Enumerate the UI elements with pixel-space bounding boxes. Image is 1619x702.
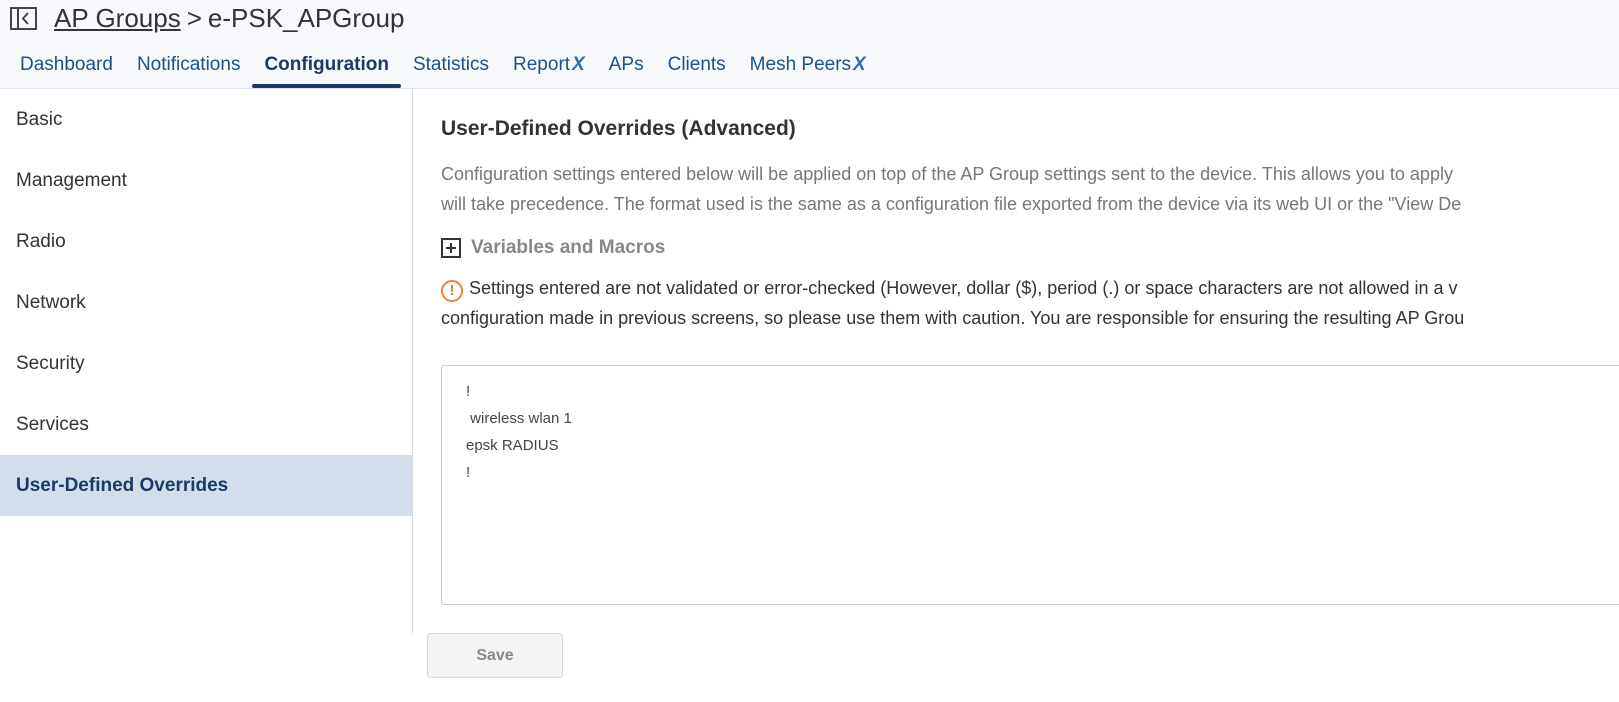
breadcrumb-ap-groups-link[interactable]: AP Groups — [54, 3, 181, 33]
tab-notifications[interactable]: Notifications — [125, 50, 253, 84]
sidebar-collapse-icon[interactable] — [10, 7, 37, 30]
tab-label: Dashboard — [20, 54, 113, 75]
tab-label: APs — [608, 54, 644, 75]
warning-line: ! Settings entered are not validated or e… — [441, 273, 1464, 303]
variables-and-macros-toggle[interactable]: Variables and Macros — [441, 237, 665, 259]
sidebar-item-services[interactable]: Services — [0, 394, 412, 455]
tab-label: Notifications — [136, 54, 241, 75]
sidebar-item-user-defined-overrides[interactable]: User-Defined Overrides — [0, 455, 412, 516]
tab-label: Clients — [667, 54, 726, 75]
sidebar-item-network[interactable]: Network — [0, 272, 412, 333]
warning-text: Settings entered are not validated or er… — [469, 278, 1458, 298]
sidebar-item-security[interactable]: Security — [0, 333, 412, 394]
breadcrumb: AP Groups > e-PSK_APGroup — [54, 2, 404, 34]
tab-label: Configuration — [264, 54, 389, 75]
warning-icon: ! — [441, 280, 463, 302]
description-line: will take precedence. The format used is… — [441, 194, 1462, 214]
tab-bar: Dashboard Notifications Configuration St… — [8, 50, 878, 88]
tab-dashboard[interactable]: Dashboard — [8, 50, 125, 84]
config-overrides-editor[interactable]: ! wireless wlan 1 epsk RADIUS ! — [441, 365, 1619, 605]
warning-message: ! Settings entered are not validated or e… — [441, 273, 1464, 333]
save-button[interactable]: Save — [427, 633, 563, 678]
sidebar: Basic Management Radio Network Security … — [0, 89, 413, 633]
section-title: User-Defined Overrides (Advanced) — [441, 117, 796, 140]
editor-line: ! — [466, 464, 471, 481]
x-mark-icon: X — [853, 54, 866, 75]
tab-clients[interactable]: Clients — [656, 50, 738, 84]
sidebar-item-radio[interactable]: Radio — [0, 211, 412, 272]
editor-line: wireless wlan 1 — [466, 410, 572, 427]
variables-and-macros-label: Variables and Macros — [471, 237, 666, 258]
description: Configuration settings entered below wil… — [441, 159, 1619, 219]
tab-configuration[interactable]: Configuration — [252, 50, 401, 88]
breadcrumb-separator: > — [186, 3, 202, 33]
tab-label: Mesh Peers — [749, 54, 852, 75]
expand-plus-icon — [441, 238, 461, 258]
editor-line: ! — [466, 383, 471, 400]
tab-statistics[interactable]: Statistics — [401, 50, 501, 84]
tab-label: Report — [513, 54, 571, 75]
tab-report[interactable]: Report X — [501, 50, 597, 84]
page: AP Groups > e-PSK_APGroup Dashboard Notifi… — [0, 0, 1619, 702]
breadcrumb-current: e-PSK_APGroup — [207, 3, 405, 33]
sidebar-item-management[interactable]: Management — [0, 150, 412, 211]
tab-label: Statistics — [412, 54, 490, 75]
warning-line: configuration made in previous screens, … — [441, 308, 1465, 328]
tab-mesh-peers[interactable]: Mesh Peers X — [738, 50, 878, 84]
tab-aps[interactable]: APs — [597, 50, 656, 84]
description-line: Configuration settings entered below wil… — [441, 164, 1453, 184]
editor-line: epsk RADIUS — [466, 437, 559, 454]
main-content: User-Defined Overrides (Advanced) Config… — [441, 89, 1619, 702]
header: AP Groups > e-PSK_APGroup Dashboard Notifi… — [0, 0, 1619, 89]
x-mark-icon: X — [572, 54, 585, 75]
sidebar-item-basic[interactable]: Basic — [0, 89, 412, 150]
